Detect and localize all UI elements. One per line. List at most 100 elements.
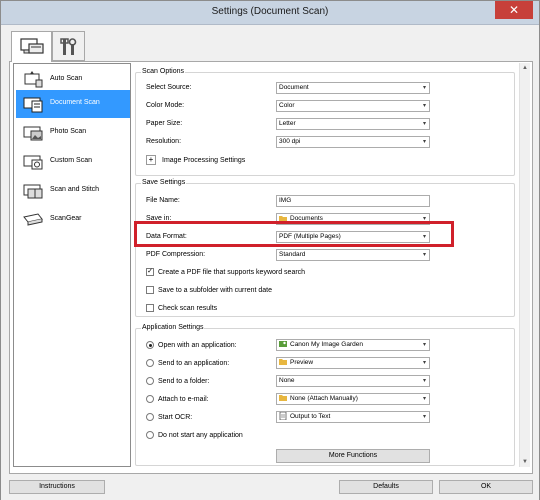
sidebar-item-custom-scan[interactable]: Custom Scan	[16, 148, 130, 176]
chevron-down-icon: ▾	[422, 121, 426, 127]
scan-and-stitch-icon	[23, 184, 43, 199]
vertical-scrollbar[interactable]: ▲ ▼	[519, 63, 530, 467]
custom-scan-icon	[23, 155, 43, 170]
color-mode-label: Color Mode:	[146, 102, 185, 109]
sidebar-item-label: Custom Scan	[50, 157, 93, 164]
radio-icon	[146, 431, 154, 439]
checkbox-box	[146, 304, 154, 312]
sidebar-item-scan-and-stitch[interactable]: Scan and Stitch	[16, 177, 130, 205]
radio-selected-icon	[146, 341, 154, 349]
file-name-field[interactable]: IMG	[276, 195, 430, 207]
select-source-label: Select Source:	[146, 84, 192, 91]
sidebar-item-label: Auto Scan	[50, 75, 83, 82]
tab-scan-settings[interactable]	[11, 31, 52, 62]
pdf-compression-label: PDF Compression:	[146, 251, 206, 258]
paper-size-dropdown[interactable]: Letter ▾	[276, 118, 430, 130]
close-button[interactable]: ✕	[495, 1, 533, 19]
paper-size-label: Paper Size:	[146, 120, 183, 127]
photo-scan-icon	[23, 126, 43, 141]
radio-label: Open with an application:	[158, 341, 237, 349]
pdf-compression-dropdown[interactable]: Standard ▾	[276, 249, 430, 261]
chevron-down-icon: ▾	[422, 85, 426, 91]
radio-label: Attach to e-mail:	[158, 395, 209, 403]
send-to-folder-dropdown[interactable]: None ▾	[276, 375, 430, 387]
scangear-icon	[23, 213, 43, 226]
radio-icon	[146, 377, 154, 385]
chevron-down-icon: ▾	[422, 342, 426, 348]
dropdown-value: Output to Text	[290, 413, 331, 420]
chevron-down-icon: ▾	[422, 252, 426, 258]
dropdown-value: Preview	[290, 359, 314, 366]
sidebar-item-label: Document Scan	[50, 99, 100, 106]
keyword-search-checkbox[interactable]: ✓ Create a PDF file that supports keyword…	[146, 268, 305, 276]
radio-label: Do not start any application	[158, 431, 243, 439]
resolution-dropdown[interactable]: 300 dpi ▾	[276, 136, 430, 148]
dropdown-value: Standard	[279, 251, 306, 258]
scan-mode-sidebar: Auto Scan Document Scan Photo Scan Custo…	[13, 63, 131, 467]
footer-bar: Instructions Defaults OK	[1, 475, 539, 500]
sidebar-item-document-scan[interactable]: Document Scan	[16, 90, 130, 118]
defaults-button[interactable]: Defaults	[339, 480, 433, 494]
save-settings-group: Save Settings File Name: IMG Save in: Do…	[135, 179, 515, 317]
send-to-application-radio[interactable]: Send to an application:	[146, 359, 229, 367]
chevron-down-icon: ▾	[422, 396, 426, 402]
application-settings-group: Application Settings Open with an applic…	[135, 324, 515, 466]
open-with-application-radio[interactable]: Open with an application:	[146, 341, 237, 349]
send-to-application-dropdown[interactable]: Preview ▾	[276, 357, 430, 369]
tab-general-settings[interactable]	[52, 31, 85, 61]
chevron-down-icon: ▾	[422, 103, 426, 109]
settings-window: Settings (Document Scan) ✕ Auto Scan Doc…	[0, 0, 540, 500]
tools-icon	[60, 38, 77, 55]
dropdown-value: None (Attach Manually)	[290, 395, 358, 402]
sidebar-item-label: Scan and Stitch	[50, 186, 100, 193]
do-not-start-application-radio[interactable]: Do not start any application	[146, 431, 243, 439]
color-mode-dropdown[interactable]: Color ▾	[276, 100, 430, 112]
sidebar-item-label: ScanGear	[50, 215, 82, 222]
group-title: Application Settings	[141, 324, 205, 331]
close-icon: ✕	[508, 3, 520, 17]
select-source-dropdown[interactable]: Document ▾	[276, 82, 430, 94]
radio-icon	[146, 395, 154, 403]
scroll-down-icon[interactable]: ▼	[522, 459, 528, 465]
chevron-down-icon: ▾	[422, 139, 426, 145]
more-functions-button[interactable]: More Functions	[276, 449, 430, 463]
file-name-label: File Name:	[146, 197, 180, 204]
radio-label: Send to an application:	[158, 359, 230, 367]
expand-image-processing-button[interactable]: +	[146, 155, 156, 165]
image-garden-icon	[279, 341, 287, 348]
radio-label: Start OCR:	[158, 413, 193, 421]
checkbox-box	[146, 286, 154, 294]
radio-icon	[146, 359, 154, 367]
scroll-up-icon[interactable]: ▲	[522, 65, 528, 71]
title-bar: Settings (Document Scan) ✕	[1, 1, 539, 25]
checkbox-label: Create a PDF file that supports keyword …	[158, 268, 306, 276]
document-scan-icon	[23, 97, 43, 113]
ok-button[interactable]: OK	[439, 480, 533, 494]
attach-to-email-dropdown[interactable]: None (Attach Manually) ▾	[276, 393, 430, 405]
checkbox-label: Save to a subfolder with current date	[158, 286, 273, 294]
dropdown-value: Letter	[279, 120, 296, 127]
radio-icon	[146, 413, 154, 421]
subfolder-checkbox[interactable]: Save to a subfolder with current date	[146, 286, 272, 294]
dropdown-value: Document	[279, 84, 309, 91]
window-title: Settings (Document Scan)	[211, 6, 329, 17]
sidebar-item-scangear[interactable]: ScanGear	[16, 206, 130, 234]
start-ocr-radio[interactable]: Start OCR:	[146, 413, 192, 421]
radio-label: Send to a folder:	[158, 377, 210, 385]
checkmark-icon: ✓	[146, 268, 154, 276]
sidebar-item-photo-scan[interactable]: Photo Scan	[16, 119, 130, 147]
data-format-highlight	[134, 221, 454, 247]
email-folder-icon	[279, 395, 287, 402]
chevron-down-icon: ▾	[422, 378, 426, 384]
instructions-button[interactable]: Instructions	[9, 480, 105, 494]
scan-settings-icon	[20, 38, 44, 54]
start-ocr-dropdown[interactable]: Output to Text ▾	[276, 411, 430, 423]
scan-options-group: Scan Options Select Source: Document ▾ Co…	[135, 68, 515, 176]
open-with-application-dropdown[interactable]: Canon My Image Garden ▾	[276, 339, 430, 351]
preview-app-icon	[279, 359, 287, 366]
attach-to-email-radio[interactable]: Attach to e-mail:	[146, 395, 209, 403]
send-to-folder-radio[interactable]: Send to a folder:	[146, 377, 209, 385]
check-scan-results-checkbox[interactable]: Check scan results	[146, 304, 217, 312]
checkbox-label: Check scan results	[158, 304, 218, 312]
dropdown-value: 300 dpi	[279, 138, 301, 145]
